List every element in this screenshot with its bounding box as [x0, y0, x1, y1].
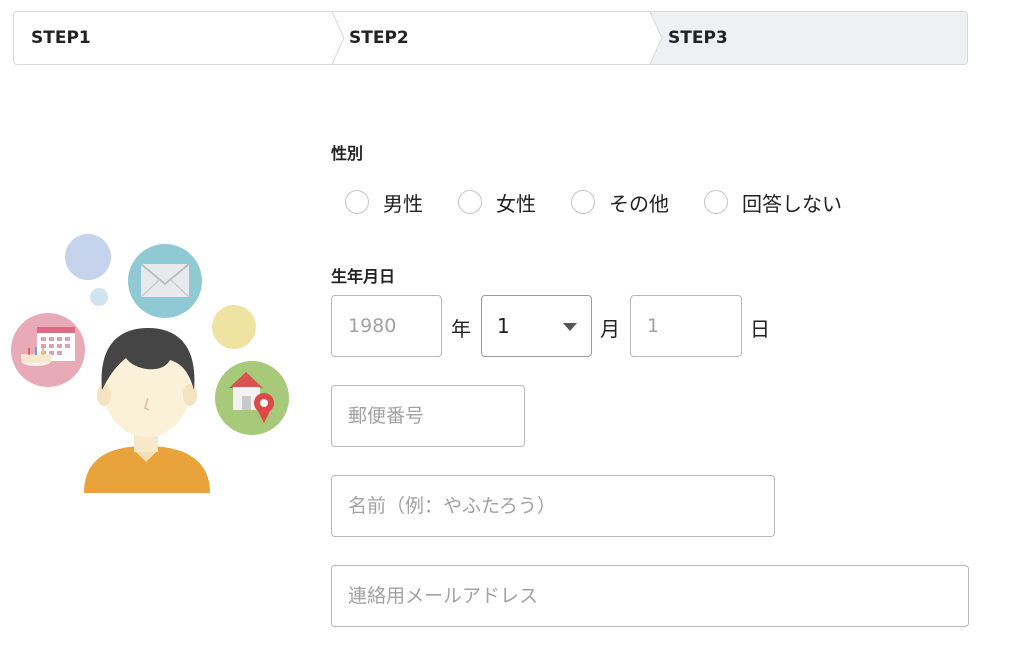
step-separator-chevron	[331, 12, 345, 64]
birth-month-value: 1	[497, 314, 510, 338]
calendar-icon	[11, 313, 85, 387]
radio-button[interactable]	[704, 190, 728, 214]
step-1-label: STEP1	[31, 28, 91, 48]
home-pin-icon	[215, 361, 289, 435]
step-2: STEP2	[332, 12, 650, 64]
year-unit-label: 年	[451, 317, 471, 341]
step-3-label: STEP3	[668, 28, 728, 48]
bubble-decoration	[90, 288, 108, 306]
birth-month-select[interactable]: 1	[481, 295, 592, 357]
chevron-down-icon	[563, 323, 577, 331]
radio-button[interactable]	[571, 190, 595, 214]
postal-code-input[interactable]	[331, 385, 525, 447]
gender-option-label: 女性	[496, 191, 536, 216]
gender-option-male[interactable]: 男性	[345, 188, 423, 217]
gender-label: 性別	[331, 144, 364, 163]
person-avatar	[84, 328, 210, 493]
radio-button[interactable]	[458, 190, 482, 214]
birth-year-input[interactable]	[331, 295, 442, 357]
gender-option-label: 回答しない	[742, 191, 842, 216]
month-unit-label: 月	[600, 317, 620, 341]
profile-illustration	[11, 234, 289, 493]
email-input[interactable]	[331, 565, 969, 627]
birth-day-input[interactable]	[630, 295, 742, 357]
birthdate-label: 生年月日	[331, 267, 396, 286]
step-2-label: STEP2	[349, 28, 409, 48]
step-3-current: STEP3	[650, 12, 967, 64]
step-1: STEP1	[14, 12, 332, 64]
step-progress-bar: STEP1 STEP2 STEP3	[13, 11, 968, 65]
gender-option-no-answer[interactable]: 回答しない	[704, 188, 842, 217]
gender-option-other[interactable]: その他	[571, 188, 669, 217]
gender-option-label: その他	[609, 191, 669, 216]
radio-button[interactable]	[345, 190, 369, 214]
gender-radio-group: 男性 女性 その他 回答しない	[345, 186, 877, 218]
gender-option-female[interactable]: 女性	[458, 188, 536, 217]
envelope-icon	[128, 244, 202, 318]
gender-option-label: 男性	[383, 191, 423, 216]
bubble-decoration	[212, 305, 256, 349]
bubble-decoration	[65, 234, 111, 280]
name-input[interactable]	[331, 475, 775, 537]
day-unit-label: 日	[750, 317, 770, 341]
step-separator-chevron	[649, 12, 665, 64]
